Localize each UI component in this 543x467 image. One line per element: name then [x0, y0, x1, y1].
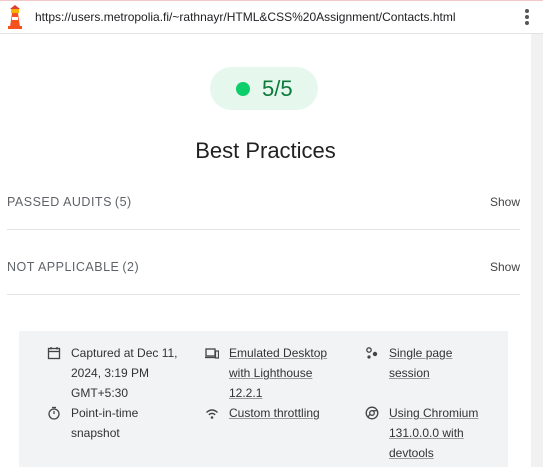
group-title: NOT APPLICABLE (2) — [7, 260, 140, 274]
runtime-captured: Captured at Dec 11, 2024, 3:19 PM GMT+5:… — [47, 343, 183, 403]
group-count: (5) — [114, 195, 132, 209]
category-title: Best Practices — [195, 138, 336, 163]
runtime-session[interactable]: Single page session — [365, 343, 495, 383]
passed-audits-group[interactable]: PASSED AUDITS (5) Show — [7, 191, 520, 230]
lighthouse-logo-icon — [8, 5, 22, 29]
category-score-badge: 5/5 — [210, 67, 318, 110]
chrome-icon — [365, 406, 379, 420]
kebab-menu-icon[interactable] — [524, 9, 530, 27]
page-url[interactable]: https://users.metropolia.fi/~rathnayr/HT… — [35, 10, 456, 24]
report-content: 5/5 Best Practices PASSED AUDITS (5) Show… — [0, 34, 531, 467]
runtime-text[interactable]: Single page session — [389, 343, 495, 383]
timer-icon — [48, 406, 60, 420]
url-bar: https://users.metropolia.fi/~rathnayr/HT… — [0, 0, 543, 34]
group-count: (2) — [122, 260, 140, 274]
pass-indicator-icon — [236, 82, 250, 96]
devices-icon — [205, 348, 219, 359]
runtime-chromium[interactable]: Using Chromium 131.0.0.0 with devtools — [365, 403, 495, 463]
lighthouse-report-window: https://users.metropolia.fi/~rathnayr/HT… — [0, 0, 543, 467]
runtime-settings-panel: Captured at Dec 11, 2024, 3:19 PM GMT+5:… — [19, 331, 508, 467]
runtime-throttling[interactable]: Custom throttling — [205, 403, 345, 423]
runtime-text[interactable]: Custom throttling — [229, 403, 345, 423]
vertical-scrollbar[interactable] — [531, 34, 543, 467]
runtime-text[interactable]: Using Chromium 131.0.0.0 with devtools — [389, 403, 495, 463]
session-icon — [366, 347, 378, 359]
runtime-emulated[interactable]: Emulated Desktop with Lighthouse 12.2.1 — [205, 343, 345, 403]
show-toggle[interactable]: Show — [490, 195, 520, 209]
runtime-snapshot: Point-in-time snapshot — [47, 403, 183, 443]
not-applicable-group[interactable]: NOT APPLICABLE (2) Show — [7, 256, 520, 295]
wifi-throttle-icon — [206, 409, 218, 419]
category-score: 5/5 — [262, 76, 293, 101]
show-toggle[interactable]: Show — [490, 260, 520, 274]
calendar-icon — [47, 347, 61, 360]
runtime-text: Point-in-time snapshot — [71, 406, 139, 440]
runtime-text: Captured at Dec 11, 2024, 3:19 PM GMT+5:… — [71, 346, 178, 400]
runtime-text[interactable]: Emulated Desktop with Lighthouse 12.2.1 — [229, 343, 345, 403]
group-title: PASSED AUDITS (5) — [7, 195, 132, 209]
